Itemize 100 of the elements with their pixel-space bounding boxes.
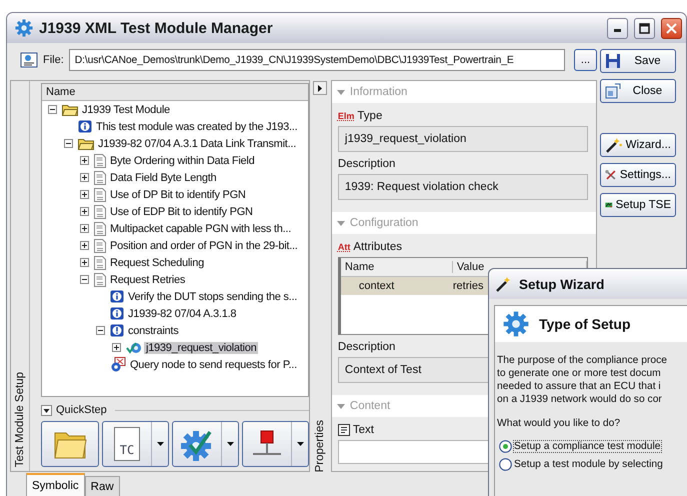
- document-icon: [94, 238, 106, 252]
- field-label: Attributes: [353, 241, 402, 253]
- toolbar-button[interactable]: TC: [102, 421, 169, 467]
- window-icon: [605, 83, 621, 99]
- save-button[interactable]: Save: [600, 49, 676, 73]
- query-icon: [110, 357, 126, 372]
- tree-item[interactable]: Request Retries: [108, 274, 188, 286]
- column-header: Name: [340, 261, 453, 273]
- table-cell: retries: [452, 280, 484, 292]
- collapse-icon[interactable]: [96, 326, 105, 335]
- question-text: What would you like to do?: [497, 418, 622, 429]
- file-label: File:: [43, 54, 64, 66]
- browse-button[interactable]: ...: [574, 49, 597, 71]
- tree-item[interactable]: Data Field Byte Length: [108, 172, 218, 184]
- dropdown-icon[interactable]: [156, 442, 164, 446]
- close-icon: [666, 22, 677, 34]
- side-tab[interactable]: Test Module Setup: [14, 372, 26, 467]
- close-button[interactable]: Close: [600, 79, 676, 103]
- toolbar-button[interactable]: [41, 421, 99, 467]
- type-field[interactable]: j1939_request_violation: [338, 126, 588, 152]
- document-icon: [94, 256, 106, 270]
- expand-icon[interactable]: [80, 207, 89, 216]
- tree-item[interactable]: Position and order of PGN in the 29-bit...: [108, 240, 300, 252]
- expand-icon[interactable]: [80, 156, 89, 165]
- folder-icon: [62, 103, 78, 116]
- gear-icon: [503, 311, 529, 337]
- tree-item[interactable]: This test module was created by the J193...: [94, 120, 300, 132]
- side-tab[interactable]: Properties: [314, 416, 326, 472]
- collapse-arrow-icon[interactable]: [336, 88, 345, 96]
- collapse-icon[interactable]: [48, 105, 57, 114]
- document-icon: [94, 188, 106, 202]
- maximize-button[interactable]: [634, 18, 655, 38]
- section-header: Configuration: [350, 217, 418, 229]
- element-tag-label: Elm: [338, 111, 354, 121]
- toolbar-button[interactable]: [242, 421, 309, 467]
- dropdown-icon[interactable]: [226, 442, 234, 446]
- scroll-right-button[interactable]: [313, 81, 328, 95]
- tree-item[interactable]: j1939_request_violation: [144, 342, 258, 354]
- tab[interactable]: Symbolic: [26, 473, 85, 496]
- document-icon: [94, 170, 106, 184]
- field-label: Description: [338, 341, 396, 353]
- warning-icon: [110, 324, 124, 337]
- minimize-button[interactable]: [607, 18, 628, 38]
- section-header: Content: [350, 400, 390, 412]
- test-case-icon: TC: [114, 427, 140, 461]
- intro-text: needed to assure that an ECU that i: [497, 380, 662, 393]
- collapse-icon[interactable]: [80, 275, 89, 284]
- tree-item[interactable]: Multipacket capable PGN with less th...: [108, 222, 293, 234]
- collapse-arrow-icon[interactable]: [336, 402, 345, 410]
- column-header: Name: [42, 84, 308, 101]
- info-icon: [110, 307, 124, 320]
- radio-button[interactable]: [499, 440, 512, 452]
- info-icon: [110, 290, 124, 303]
- tab[interactable]: Raw: [84, 476, 120, 496]
- document-icon: [94, 272, 106, 286]
- description-field[interactable]: 1939: Request violation check: [338, 174, 588, 200]
- file-path-field[interactable]: D:\usr\CANoe_Demos\trunk\Demo_J1939_CN\J1939SystemDemo\DBC\J1939Test_Powertrain_E: [68, 49, 565, 71]
- expand-icon[interactable]: [80, 241, 89, 250]
- toolbar-button[interactable]: [172, 421, 239, 467]
- file-icon: [20, 52, 38, 68]
- window-title: J1939 XML Test Module Manager: [39, 20, 274, 36]
- field-label: Text: [352, 424, 374, 436]
- collapse-toggle[interactable]: [41, 404, 52, 416]
- gear-check-icon: [126, 340, 142, 354]
- tree-item[interactable]: Query node to send requests for P...: [128, 358, 299, 370]
- maximize-icon: [639, 22, 650, 34]
- folder-icon: [78, 137, 94, 150]
- wizard-heading: Type of Setup: [539, 316, 631, 332]
- option-label[interactable]: Setup a compliance test module: [514, 440, 661, 452]
- tree-item[interactable]: J1939 Test Module: [80, 104, 172, 116]
- expand-icon[interactable]: [80, 224, 89, 233]
- info-icon: [78, 120, 92, 133]
- dropdown-icon[interactable]: [296, 442, 304, 446]
- collapse-icon[interactable]: [64, 139, 73, 148]
- tree-item[interactable]: Use of DP Bit to identify PGN: [108, 188, 248, 200]
- document-icon: [94, 204, 106, 218]
- gear-icon: [15, 19, 33, 37]
- tree-item[interactable]: Use of EDP Bit to identify PGN: [108, 206, 255, 218]
- expand-icon[interactable]: [80, 190, 89, 199]
- wizard-button[interactable]: Wizard...: [600, 133, 676, 157]
- document-icon: [94, 154, 106, 168]
- close-button[interactable]: [661, 18, 682, 38]
- option-label[interactable]: Setup a test module by selecting: [514, 458, 663, 470]
- tree-item[interactable]: J1939-82 07/04 A.3.1.8: [126, 308, 238, 320]
- arrow-icon: [318, 84, 322, 92]
- attribute-tag-label: Att: [338, 242, 350, 252]
- quickstep-label: QuickStep: [56, 404, 107, 416]
- tree-item[interactable]: Byte Ordering within Data Field: [108, 154, 256, 166]
- expand-icon[interactable]: [80, 258, 89, 267]
- tree-item[interactable]: Request Scheduling: [108, 256, 206, 268]
- section-header: Information: [350, 86, 408, 98]
- expand-icon[interactable]: [80, 173, 89, 182]
- radio-button[interactable]: [499, 458, 512, 470]
- settings-button[interactable]: Settings...: [600, 163, 676, 187]
- tree-item[interactable]: J1939-82 07/04 A.3.1 Data Link Transmit...: [96, 138, 298, 150]
- tree-item[interactable]: Verify the DUT stops sending the s...: [126, 290, 300, 302]
- expand-icon[interactable]: [112, 343, 121, 352]
- collapse-arrow-icon[interactable]: [336, 219, 345, 227]
- tse-button[interactable]: Setup TSE: [600, 193, 676, 217]
- tree-item[interactable]: constraints: [126, 324, 180, 336]
